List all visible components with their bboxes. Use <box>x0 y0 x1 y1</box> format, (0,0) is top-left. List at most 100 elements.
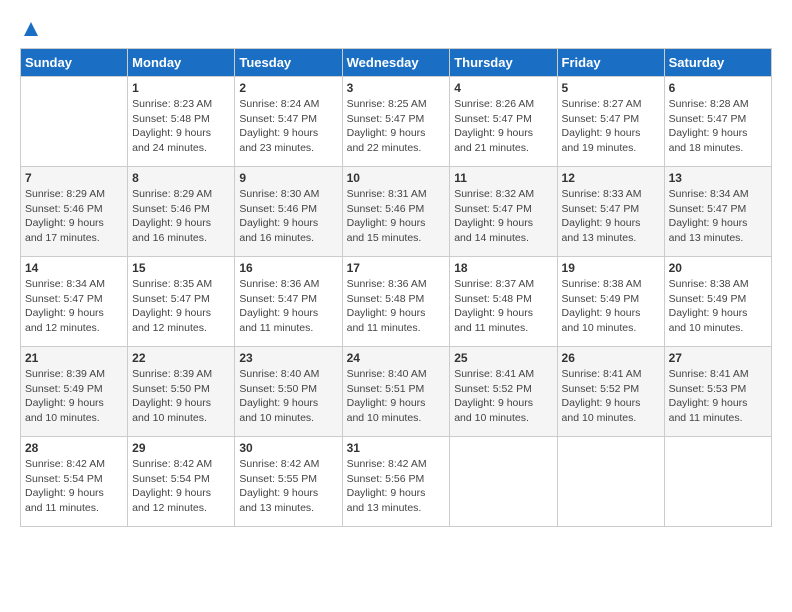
day-number: 22 <box>132 351 230 365</box>
week-row-2: 7 Sunrise: 8:29 AMSunset: 5:46 PMDaylight… <box>21 167 772 257</box>
calendar-cell: 9 Sunrise: 8:30 AMSunset: 5:46 PMDaylight… <box>235 167 342 257</box>
day-info: Sunrise: 8:30 AMSunset: 5:46 PMDaylight:… <box>239 187 337 246</box>
day-number: 19 <box>562 261 660 275</box>
header <box>20 20 772 38</box>
week-row-4: 21 Sunrise: 8:39 AMSunset: 5:49 PMDayligh… <box>21 347 772 437</box>
day-number: 28 <box>25 441 123 455</box>
day-info: Sunrise: 8:34 AMSunset: 5:47 PMDaylight:… <box>669 187 767 246</box>
calendar-cell <box>664 437 771 527</box>
day-info: Sunrise: 8:29 AMSunset: 5:46 PMDaylight:… <box>132 187 230 246</box>
day-number: 29 <box>132 441 230 455</box>
calendar-cell: 10Sunrise: 8:31 AMSunset: 5:46 PMDayligh… <box>342 167 450 257</box>
calendar: SundayMondayTuesdayWednesdayThursdayFrid… <box>20 48 772 527</box>
day-number: 7 <box>25 171 123 185</box>
calendar-cell: 5 Sunrise: 8:27 AMSunset: 5:47 PMDaylight… <box>557 77 664 167</box>
calendar-cell: 23 Sunrise: 8:40 AMSunset: 5:50 PMDayligh… <box>235 347 342 437</box>
calendar-cell: 24 Sunrise: 8:40 AMSunset: 5:51 PMDayligh… <box>342 347 450 437</box>
calendar-cell: 26 Sunrise: 8:41 AMSunset: 5:52 PMDayligh… <box>557 347 664 437</box>
day-info: Sunrise: 8:27 AMSunset: 5:47 PMDaylight:… <box>562 97 660 156</box>
day-info: Sunrise: 8:42 AMSunset: 5:56 PMDaylight:… <box>347 457 446 516</box>
day-info: Sunrise: 8:32 AMSunset: 5:47 PMDaylight:… <box>454 187 552 246</box>
day-info: Sunrise: 8:37 AMSunset: 5:48 PMDaylight:… <box>454 277 552 336</box>
weekday-header-monday: Monday <box>128 49 235 77</box>
calendar-cell: 28 Sunrise: 8:42 AMSunset: 5:54 PMDayligh… <box>21 437 128 527</box>
week-row-3: 14 Sunrise: 8:34 AMSunset: 5:47 PMDayligh… <box>21 257 772 347</box>
day-number: 31 <box>347 441 446 455</box>
calendar-cell: 6Sunrise: 8:28 AMSunset: 5:47 PMDaylight… <box>664 77 771 167</box>
day-info: Sunrise: 8:42 AMSunset: 5:55 PMDaylight:… <box>239 457 337 516</box>
calendar-cell: 1 Sunrise: 8:23 AMSunset: 5:48 PMDaylight… <box>128 77 235 167</box>
day-number: 2 <box>239 81 337 95</box>
calendar-cell: 25Sunrise: 8:41 AMSunset: 5:52 PMDayligh… <box>450 347 557 437</box>
day-info: Sunrise: 8:41 AMSunset: 5:52 PMDaylight:… <box>454 367 552 426</box>
week-row-5: 28 Sunrise: 8:42 AMSunset: 5:54 PMDayligh… <box>21 437 772 527</box>
day-info: Sunrise: 8:33 AMSunset: 5:47 PMDaylight:… <box>562 187 660 246</box>
logo-icon <box>22 20 40 38</box>
day-info: Sunrise: 8:40 AMSunset: 5:51 PMDaylight:… <box>347 367 446 426</box>
day-info: Sunrise: 8:41 AMSunset: 5:52 PMDaylight:… <box>562 367 660 426</box>
calendar-cell: 27Sunrise: 8:41 AMSunset: 5:53 PMDayligh… <box>664 347 771 437</box>
calendar-cell: 18 Sunrise: 8:37 AMSunset: 5:48 PMDayligh… <box>450 257 557 347</box>
calendar-cell: 17 Sunrise: 8:36 AMSunset: 5:48 PMDayligh… <box>342 257 450 347</box>
day-number: 17 <box>347 261 446 275</box>
weekday-header-friday: Friday <box>557 49 664 77</box>
day-number: 5 <box>562 81 660 95</box>
day-info: Sunrise: 8:24 AMSunset: 5:47 PMDaylight:… <box>239 97 337 156</box>
calendar-cell: 20Sunrise: 8:38 AMSunset: 5:49 PMDayligh… <box>664 257 771 347</box>
day-number: 6 <box>669 81 767 95</box>
logo <box>20 20 40 38</box>
day-number: 8 <box>132 171 230 185</box>
day-info: Sunrise: 8:40 AMSunset: 5:50 PMDaylight:… <box>239 367 337 426</box>
day-number: 26 <box>562 351 660 365</box>
day-number: 20 <box>669 261 767 275</box>
day-info: Sunrise: 8:39 AMSunset: 5:50 PMDaylight:… <box>132 367 230 426</box>
day-number: 9 <box>239 171 337 185</box>
day-info: Sunrise: 8:42 AMSunset: 5:54 PMDaylight:… <box>132 457 230 516</box>
weekday-header-row: SundayMondayTuesdayWednesdayThursdayFrid… <box>21 49 772 77</box>
day-info: Sunrise: 8:25 AMSunset: 5:47 PMDaylight:… <box>347 97 446 156</box>
day-number: 21 <box>25 351 123 365</box>
calendar-cell: 8 Sunrise: 8:29 AMSunset: 5:46 PMDaylight… <box>128 167 235 257</box>
day-number: 23 <box>239 351 337 365</box>
calendar-cell: 13 Sunrise: 8:34 AMSunset: 5:47 PMDayligh… <box>664 167 771 257</box>
day-info: Sunrise: 8:23 AMSunset: 5:48 PMDaylight:… <box>132 97 230 156</box>
calendar-cell: 19 Sunrise: 8:38 AMSunset: 5:49 PMDayligh… <box>557 257 664 347</box>
day-number: 12 <box>562 171 660 185</box>
calendar-cell: 29 Sunrise: 8:42 AMSunset: 5:54 PMDayligh… <box>128 437 235 527</box>
calendar-cell: 15 Sunrise: 8:35 AMSunset: 5:47 PMDayligh… <box>128 257 235 347</box>
calendar-cell: 7 Sunrise: 8:29 AMSunset: 5:46 PMDaylight… <box>21 167 128 257</box>
day-info: Sunrise: 8:35 AMSunset: 5:47 PMDaylight:… <box>132 277 230 336</box>
day-info: Sunrise: 8:36 AMSunset: 5:47 PMDaylight:… <box>239 277 337 336</box>
calendar-cell: 12 Sunrise: 8:33 AMSunset: 5:47 PMDayligh… <box>557 167 664 257</box>
day-number: 14 <box>25 261 123 275</box>
calendar-cell <box>450 437 557 527</box>
calendar-cell: 11 Sunrise: 8:32 AMSunset: 5:47 PMDayligh… <box>450 167 557 257</box>
calendar-cell: 16Sunrise: 8:36 AMSunset: 5:47 PMDayligh… <box>235 257 342 347</box>
day-info: Sunrise: 8:42 AMSunset: 5:54 PMDaylight:… <box>25 457 123 516</box>
calendar-cell <box>21 77 128 167</box>
day-info: Sunrise: 8:38 AMSunset: 5:49 PMDaylight:… <box>562 277 660 336</box>
weekday-header-thursday: Thursday <box>450 49 557 77</box>
day-info: Sunrise: 8:31 AMSunset: 5:46 PMDaylight:… <box>347 187 446 246</box>
day-info: Sunrise: 8:34 AMSunset: 5:47 PMDaylight:… <box>25 277 123 336</box>
calendar-cell <box>557 437 664 527</box>
day-number: 13 <box>669 171 767 185</box>
day-info: Sunrise: 8:29 AMSunset: 5:46 PMDaylight:… <box>25 187 123 246</box>
day-info: Sunrise: 8:36 AMSunset: 5:48 PMDaylight:… <box>347 277 446 336</box>
day-number: 15 <box>132 261 230 275</box>
weekday-header-tuesday: Tuesday <box>235 49 342 77</box>
week-row-1: 1 Sunrise: 8:23 AMSunset: 5:48 PMDaylight… <box>21 77 772 167</box>
day-number: 18 <box>454 261 552 275</box>
day-number: 11 <box>454 171 552 185</box>
day-number: 3 <box>347 81 446 95</box>
calendar-cell: 21 Sunrise: 8:39 AMSunset: 5:49 PMDayligh… <box>21 347 128 437</box>
calendar-cell: 31 Sunrise: 8:42 AMSunset: 5:56 PMDayligh… <box>342 437 450 527</box>
day-number: 4 <box>454 81 552 95</box>
day-info: Sunrise: 8:41 AMSunset: 5:53 PMDaylight:… <box>669 367 767 426</box>
day-number: 1 <box>132 81 230 95</box>
calendar-cell: 2 Sunrise: 8:24 AMSunset: 5:47 PMDaylight… <box>235 77 342 167</box>
day-number: 24 <box>347 351 446 365</box>
day-info: Sunrise: 8:39 AMSunset: 5:49 PMDaylight:… <box>25 367 123 426</box>
calendar-cell: 3 Sunrise: 8:25 AMSunset: 5:47 PMDaylight… <box>342 77 450 167</box>
day-info: Sunrise: 8:26 AMSunset: 5:47 PMDaylight:… <box>454 97 552 156</box>
